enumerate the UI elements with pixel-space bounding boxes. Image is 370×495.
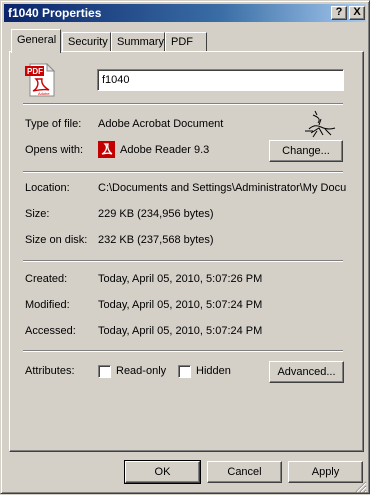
attributes-label: Attributes: [25,365,75,377]
separator [23,350,343,352]
separator [23,260,343,262]
created-label: Created: [25,273,68,285]
readonly-checkbox[interactable] [98,365,111,378]
readonly-label[interactable]: Read-only [116,365,166,377]
panel-content: PDF Adobe Type of file: Adobe Acrobat Do… [1,1,370,495]
type-of-file-value: Adobe Acrobat Document [98,118,224,130]
created-value: Today, April 05, 2010, 5:07:26 PM [98,273,263,285]
file-name-input[interactable] [97,69,344,91]
ok-button[interactable]: OK [124,460,201,484]
pdf-icon-label: PDF [27,67,43,76]
separator [23,103,343,105]
modified-value: Today, April 05, 2010, 5:07:24 PM [98,299,263,311]
size-label: Size: [25,208,50,220]
hidden-label[interactable]: Hidden [196,365,231,377]
location-value: C:\Documents and Settings\Administrator\… [98,182,346,194]
adobe-reader-icon [98,141,115,158]
type-of-file-label: Type of file: [25,118,82,130]
change-button[interactable]: Change... [269,140,343,162]
cancel-button[interactable]: Cancel [207,461,282,483]
opens-with-value: Adobe Reader 9.3 [120,144,210,156]
size-value: 229 KB (234,956 bytes) [98,208,214,220]
modified-label: Modified: [25,299,70,311]
opens-with-label: Opens with: [25,144,84,156]
separator [23,171,343,173]
location-label: Location: [25,182,70,194]
accessed-label: Accessed: [25,325,76,337]
accessed-value: Today, April 05, 2010, 5:07:24 PM [98,325,263,337]
pdf-file-icon: PDF Adobe [25,63,55,97]
pdf-icon-brand: Adobe [38,91,50,96]
size-on-disk-label: Size on disk: [25,234,88,246]
apply-button[interactable]: Apply [288,461,363,483]
advanced-button[interactable]: Advanced... [269,361,344,383]
hidden-checkbox[interactable] [178,365,191,378]
size-on-disk-value: 232 KB (237,568 bytes) [98,234,214,246]
cursor-scribble [305,110,336,138]
properties-window: f1040 Properties ? X General Security Su… [0,0,370,494]
resize-grip-icon[interactable] [354,480,367,493]
